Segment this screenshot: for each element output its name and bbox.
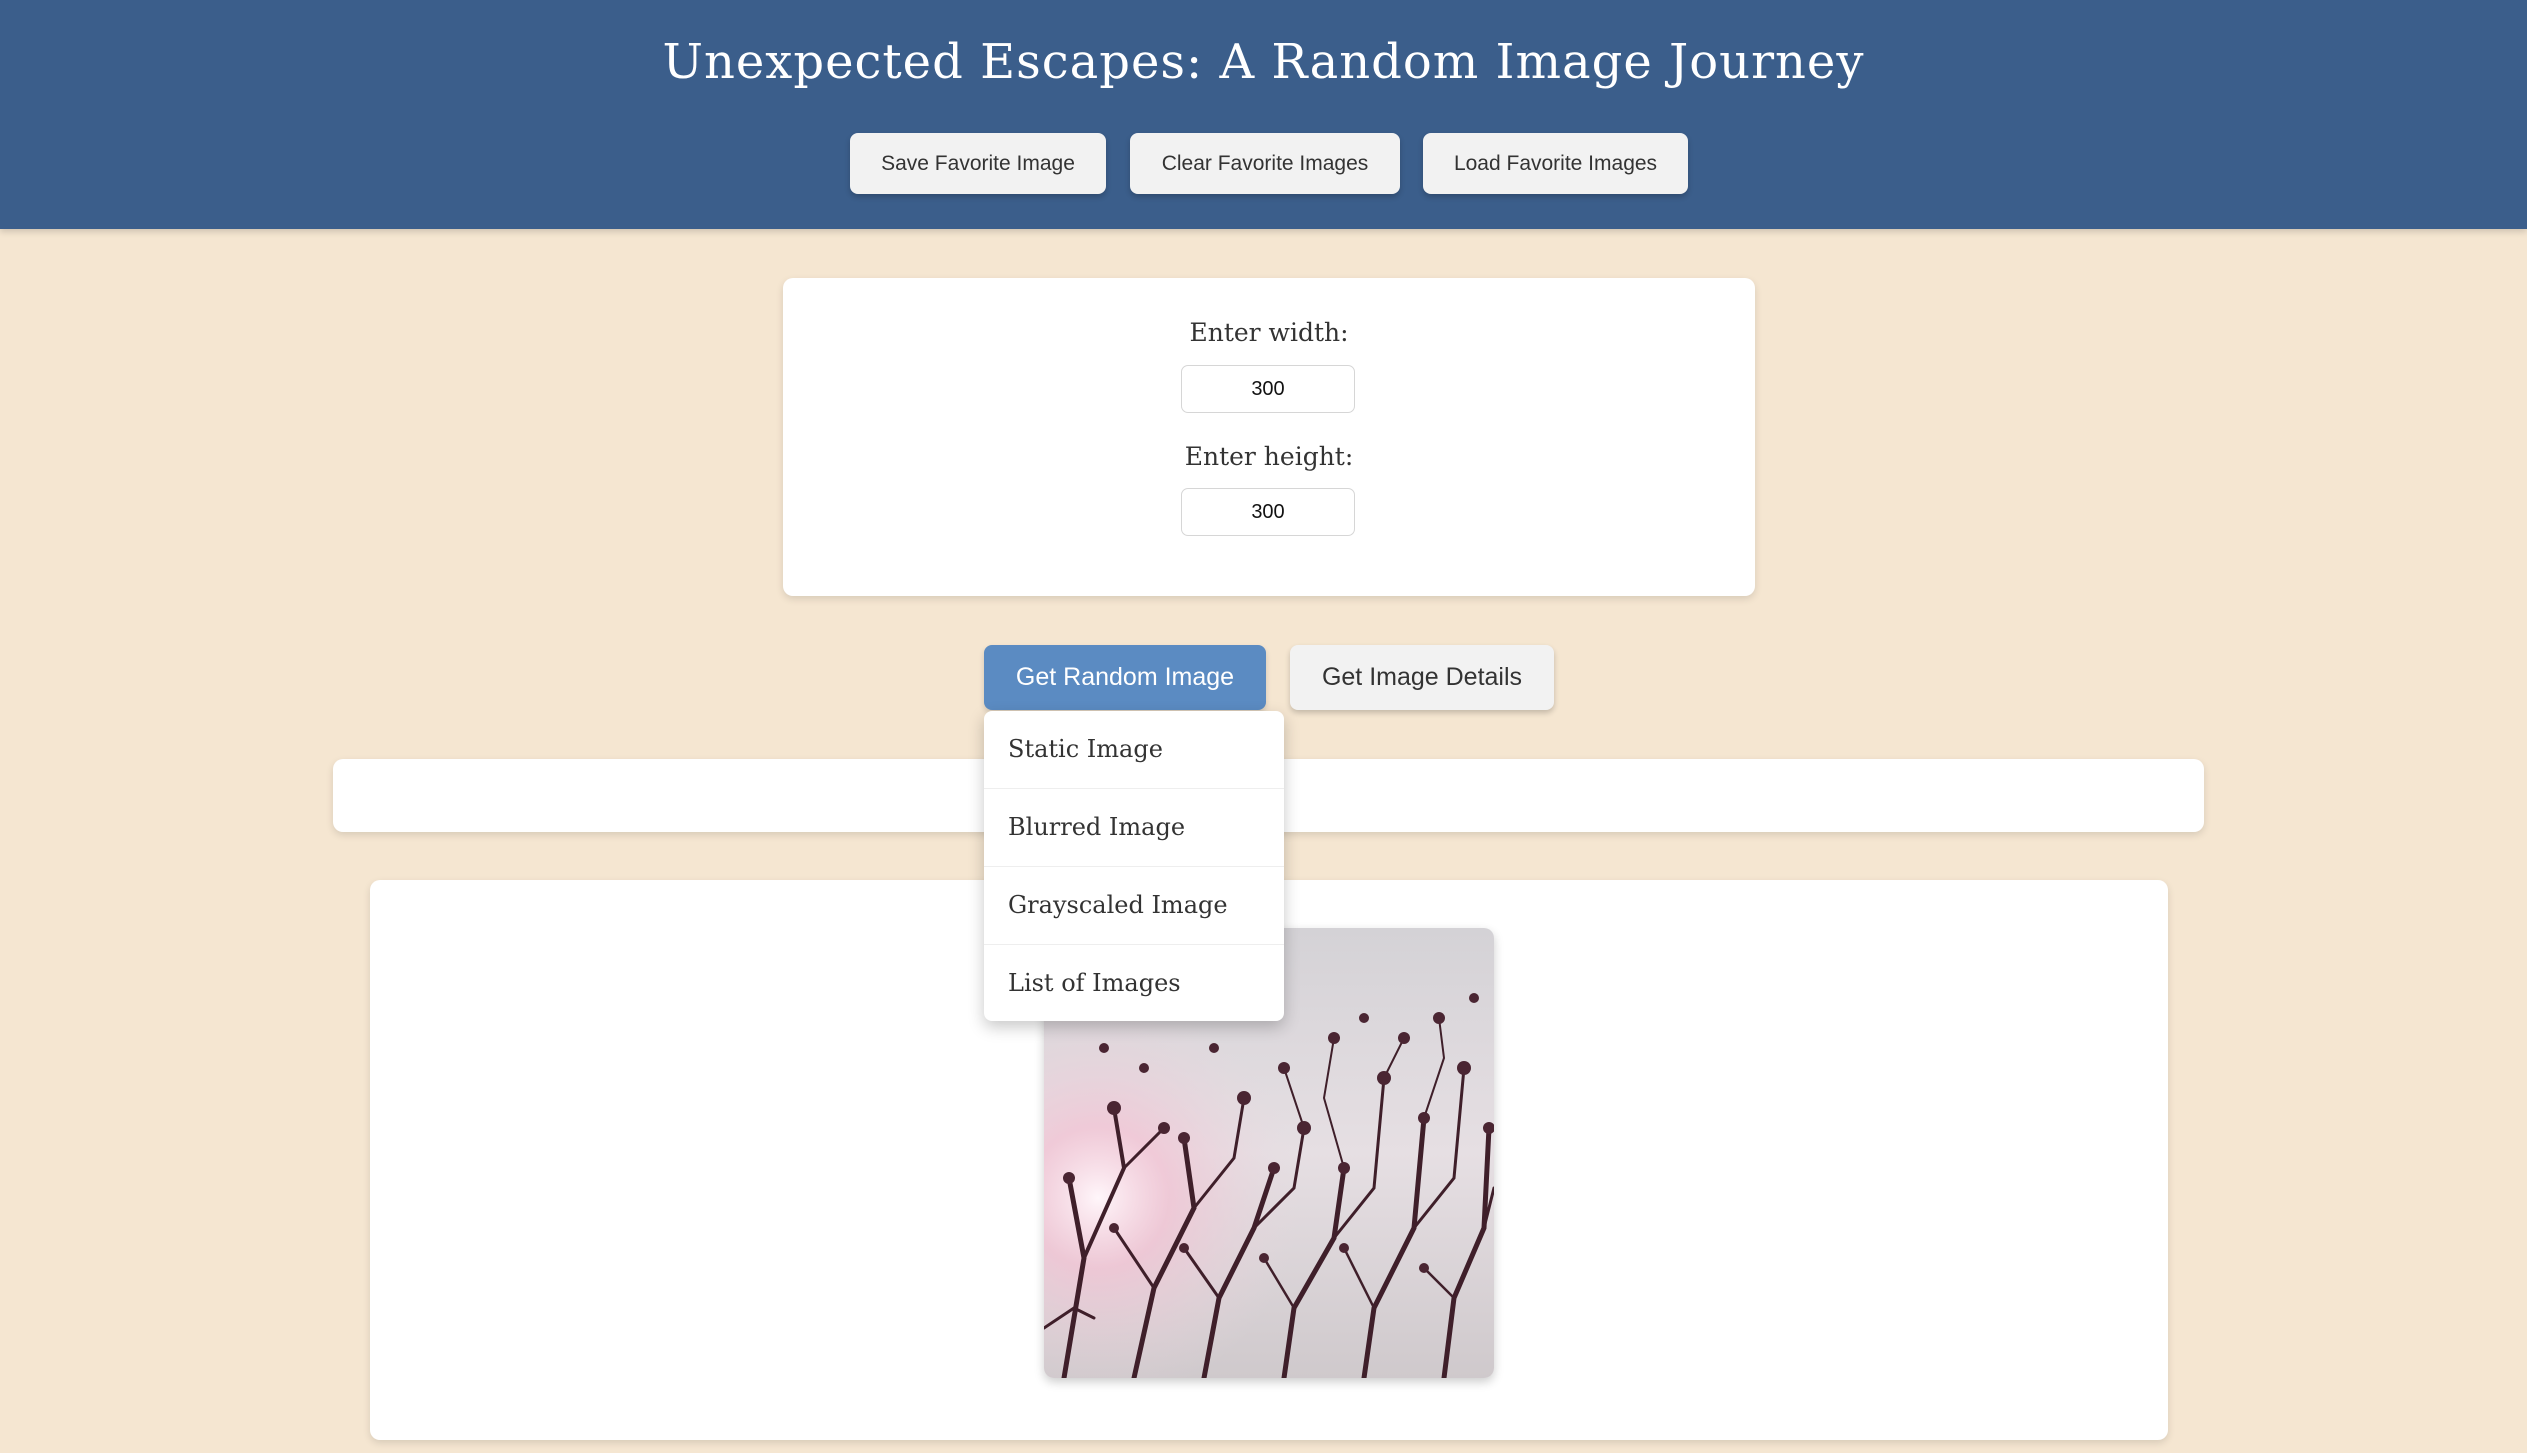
clear-favorites-button[interactable]: Clear Favorite Images bbox=[1130, 133, 1400, 194]
get-image-details-button[interactable]: Get Image Details bbox=[1290, 645, 1554, 710]
page-header: Unexpected Escapes: A Random Image Journ… bbox=[0, 0, 2527, 229]
page-title: Unexpected Escapes: A Random Image Journ… bbox=[662, 34, 1865, 90]
width-input[interactable] bbox=[1181, 365, 1355, 413]
get-random-image-button[interactable]: Get Random Image bbox=[984, 645, 1266, 710]
width-label: Enter width: bbox=[1189, 318, 1349, 347]
load-favorites-button[interactable]: Load Favorite Images bbox=[1423, 133, 1688, 194]
menu-item-static-image[interactable]: Static Image bbox=[984, 711, 1284, 789]
menu-item-blurred-image[interactable]: Blurred Image bbox=[984, 789, 1284, 867]
height-label: Enter height: bbox=[1184, 442, 1354, 471]
menu-item-list-of-images[interactable]: List of Images bbox=[984, 945, 1284, 1021]
menu-item-grayscaled-image[interactable]: Grayscaled Image bbox=[984, 867, 1284, 945]
save-favorite-button[interactable]: Save Favorite Image bbox=[850, 133, 1106, 194]
dimension-card: Enter width: Enter height: bbox=[783, 278, 1755, 596]
height-input[interactable] bbox=[1181, 488, 1355, 536]
image-type-dropdown: Static Image Blurred Image Grayscaled Im… bbox=[984, 711, 1284, 1021]
